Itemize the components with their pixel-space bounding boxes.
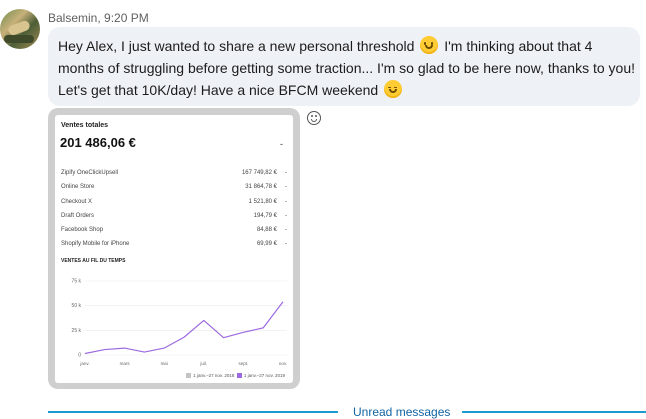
total-sales: 201 486,06 €: [60, 135, 136, 150]
x-tick-label: juil.: [199, 361, 207, 366]
legend-label-2018: 1 janv.–27 nov. 2018: [193, 373, 235, 378]
y-tick-label: 0: [78, 353, 81, 359]
chart-legend: 1 janv.–27 nov. 2018 1 janv.–27 nov. 201…: [186, 373, 285, 378]
y-tick-label: 25 k: [72, 328, 82, 334]
row-label: Draft Orders: [61, 212, 95, 219]
y-tick-label: 75 k: [72, 279, 82, 285]
row-dash: -: [285, 241, 287, 248]
timestamp[interactable]: 9:20 PM: [104, 11, 149, 25]
sales-breakdown: Zipify OneClickUpsell 167 749,82 € - Onlin…: [61, 167, 293, 253]
sales-row: Facebook Shop 84,88 € -: [61, 224, 293, 238]
message-bubble: Hey Alex, I just wanted to share a new p…: [48, 27, 640, 106]
x-tick-label: janv.: [79, 361, 89, 366]
row-value: 194,79 €: [253, 212, 277, 219]
row-label: Shopify Mobile for iPhone: [61, 241, 130, 248]
message-text: Hey Alex, I just wanted to share a new p…: [58, 35, 636, 101]
y-tick-label: 50 k: [72, 303, 82, 309]
series-line: [84, 301, 284, 355]
sales-row: Draft Orders 194,79 € -: [61, 210, 293, 224]
row-dash: -: [285, 184, 287, 191]
x-tick-label: nov.: [279, 361, 287, 366]
x-tick-label: sept.: [239, 361, 249, 366]
row-label: Facebook Shop: [61, 227, 104, 234]
message-text-part-1: Hey Alex, I just wanted to share a new p…: [58, 38, 415, 54]
sales-line-chart: 75 k 50 k 25 k 0 janv. mars mai juil. sept. nov.: [72, 279, 288, 367]
sales-row: Zipify OneClickUpsell 167 749,82 € -: [61, 167, 293, 181]
row-dash: -: [285, 198, 287, 205]
sales-row: Checkout X 1 521,80 € -: [61, 196, 293, 210]
message-header: Balsemin, 9:20 PM: [48, 11, 149, 25]
row-dash: -: [285, 227, 287, 234]
row-dash: -: [285, 170, 287, 176]
author-name[interactable]: Balsemin: [48, 11, 97, 25]
legend-swatch-2018: [186, 373, 192, 378]
add-reaction-icon[interactable]: [307, 111, 321, 125]
row-label: Checkout X: [61, 198, 93, 205]
total-dash: -: [280, 139, 283, 149]
row-value: 69,99 €: [256, 241, 277, 248]
row-value: 31 864,78 €: [245, 184, 277, 191]
wink-face-icon: [384, 80, 403, 98]
image-attachment[interactable]: Ventes totales 201 486,06 € - Zipify One…: [48, 108, 300, 389]
user-avatar[interactable]: [0, 9, 40, 49]
x-tick-label: mai: [161, 361, 168, 366]
unread-divider-left: [48, 411, 338, 413]
row-value: 1 521,80 €: [248, 198, 277, 205]
row-value: 84,88 €: [256, 227, 277, 234]
sales-row: Online Store 31 864,78 € -: [61, 181, 293, 195]
row-label: Zipify OneClickUpsell: [61, 170, 119, 176]
legend-swatch-2019: [236, 373, 242, 378]
row-value: 167 749,82 €: [241, 170, 277, 176]
unread-divider-right: [462, 411, 646, 413]
row-dash: -: [285, 212, 287, 219]
sales-card: Ventes totales 201 486,06 € - Zipify One…: [55, 115, 293, 383]
x-tick-label: mars: [120, 361, 131, 366]
slightly-smiling-face-icon: [420, 36, 439, 54]
sales-row: Shopify Mobile for iPhone 69,99 € -: [61, 238, 293, 252]
unread-messages-label[interactable]: Unread messages: [353, 405, 450, 419]
card-title: Ventes totales: [61, 122, 109, 129]
row-label: Online Store: [61, 184, 95, 191]
legend-label-2019: 1 janv.–27 nov. 2019: [243, 373, 285, 378]
